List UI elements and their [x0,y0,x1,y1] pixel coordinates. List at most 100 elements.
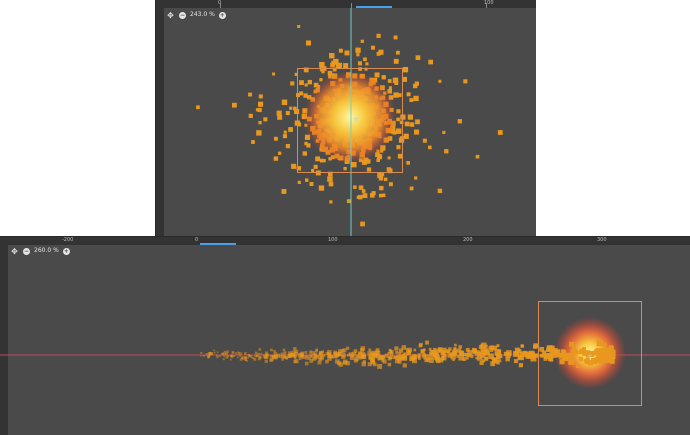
particle [335,359,340,364]
particle [393,58,399,64]
particle [232,102,237,108]
top-preview-viewport[interactable]: 0 100 ✥ − 243.0 % + + [155,0,536,236]
particle [231,351,235,354]
particle [353,349,358,353]
particle [387,362,392,367]
particle [414,81,419,86]
particle [226,354,229,358]
particle [377,363,383,369]
particle [256,354,259,358]
particle [519,351,526,358]
particle [200,351,203,355]
particle [428,59,433,65]
particle [437,188,443,194]
bottom-preview-viewport[interactable]: -200 0 100 200 300 ✥ − 260.0 % + + [0,236,690,435]
particle [242,358,244,361]
particle [358,351,362,356]
particle [446,350,450,354]
particle [433,354,437,358]
particle [318,352,322,356]
particle [428,347,432,351]
particle [518,363,523,368]
particle [465,348,470,352]
particle [400,357,403,361]
particle [353,358,358,363]
particle [488,353,494,359]
particle [362,193,368,198]
particle [441,355,447,361]
particle [406,92,411,97]
emitter-bounds-box[interactable] [297,68,403,173]
particle [367,351,372,356]
particle [418,357,421,360]
particle [358,194,363,200]
particle [475,154,480,159]
particle [321,350,324,354]
particle [258,356,262,359]
particle [248,113,253,118]
emitter-bounds-box[interactable] [538,301,642,406]
particle [404,121,410,127]
particle [305,354,309,358]
particle [272,72,276,76]
particle [298,356,302,360]
particle [496,354,501,360]
particle [293,347,297,351]
particle [338,48,343,53]
particle [285,144,290,149]
particle [202,354,205,357]
particle [247,353,250,356]
particle [406,161,410,165]
particle [258,121,262,125]
particle [454,343,457,347]
particle [394,346,399,351]
particle [280,352,284,356]
particle [362,360,366,364]
particle [346,199,351,204]
particle [318,355,323,360]
particle [281,99,288,105]
particle [368,356,372,360]
particle [452,358,455,362]
particle [384,353,389,358]
particle [248,92,252,97]
particle [275,356,279,360]
particle [383,177,388,182]
particle [356,53,360,57]
particle [403,133,409,139]
particle [269,357,274,362]
particle [458,345,462,349]
particle [360,221,365,227]
particle [208,352,211,355]
particle [422,138,427,143]
particle [213,351,216,354]
particle [408,350,411,353]
particle [264,354,268,359]
particle [371,45,375,50]
particle [353,185,357,189]
particle [379,185,384,191]
particle [258,101,264,107]
particle [415,119,420,125]
particle [282,348,286,352]
particle [505,356,510,362]
particle [336,352,341,357]
particle [382,359,387,364]
particle [418,344,422,348]
particle [223,352,227,356]
particle [222,358,225,361]
particle [285,111,290,116]
particle [453,347,457,350]
particle [304,351,308,354]
particle [396,50,400,55]
particle [238,352,241,355]
particle [376,351,381,355]
particle [514,359,519,364]
particle [239,358,243,361]
particle [200,354,202,357]
particle [229,358,232,361]
particle [388,355,393,359]
particle [285,357,288,360]
particle [371,191,376,196]
particle [414,129,420,135]
